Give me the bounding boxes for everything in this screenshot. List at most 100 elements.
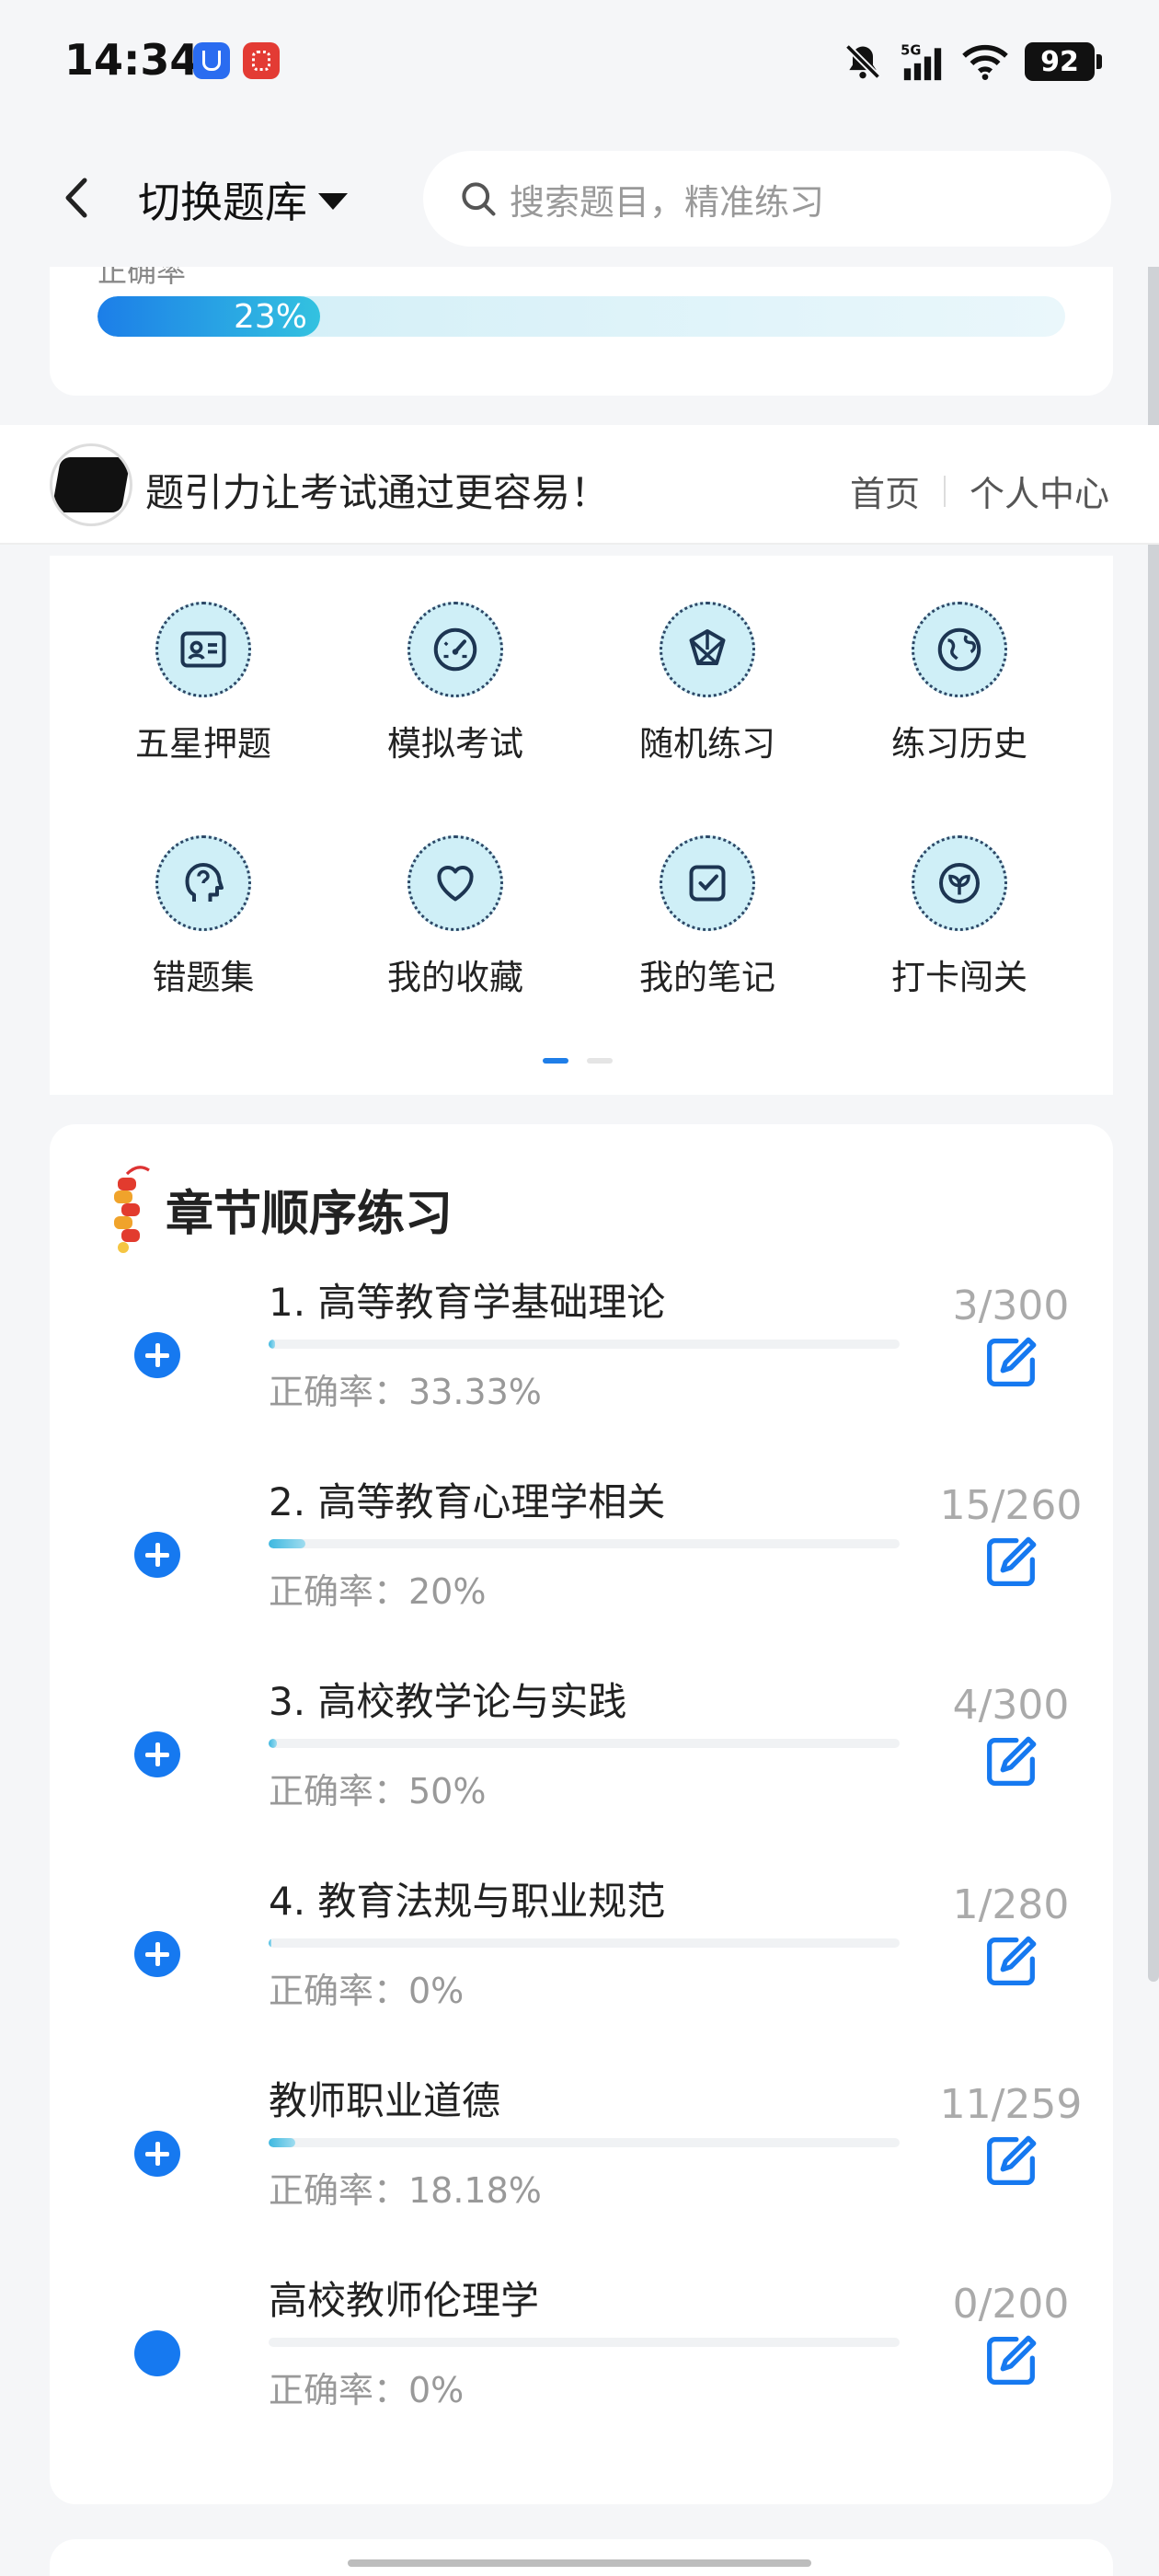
edit-icon[interactable]	[979, 1330, 1043, 1395]
chapter-progress-bar	[269, 1739, 900, 1748]
chapter-name[interactable]: 4. 教育法规与职业规范	[269, 1870, 665, 1926]
page-dot-active[interactable]	[543, 1058, 568, 1064]
chapter-progress-bar	[269, 1340, 900, 1349]
search-placeholder: 搜索题目，精准练习	[510, 181, 825, 223]
chapter-name[interactable]: 1. 高等教育学基础理论	[269, 1271, 665, 1328]
expand-plus-icon[interactable]	[134, 2131, 180, 2177]
chapter-row[interactable]: 3. 高校教学论与实践正确率：50% 4/300	[50, 1671, 1113, 1870]
app-red-icon	[243, 42, 280, 79]
chapter-accuracy: 正确率：0%	[269, 2370, 465, 2410]
chapter-count: 0/200	[952, 2281, 1070, 2328]
battery-icon: 92	[1025, 42, 1102, 81]
page-indicator	[543, 1058, 613, 1064]
chapter-row[interactable]: 1. 高等教育学基础理论 正确率：33.33% 3/300	[50, 1271, 1113, 1471]
expand-plus-icon[interactable]	[134, 1332, 180, 1378]
search-input[interactable]: 搜索题目，精准练习	[423, 151, 1111, 247]
edit-icon[interactable]	[979, 1730, 1043, 1794]
chapter-progress-bar	[269, 1938, 900, 1948]
chapter-section-title: 章节顺序练习	[166, 1186, 453, 1242]
expand-plus-icon[interactable]	[134, 1532, 180, 1578]
back-icon[interactable]	[46, 166, 110, 230]
chapter-count: 15/260	[939, 1482, 1083, 1529]
shuffle-network-icon	[660, 602, 755, 697]
chapter-list: 1. 高等教育学基础理论 正确率：33.33% 3/300 2. 高等教育心理学相关正…	[50, 1271, 1113, 2469]
menu-item-random-practice[interactable]: 随机练习	[581, 602, 833, 765]
app-u-icon	[193, 42, 230, 79]
id-card-icon	[155, 602, 251, 697]
menu-item-mock-exam[interactable]: 模拟考试	[329, 602, 581, 765]
next-card	[50, 2539, 1113, 2576]
chapter-accuracy: 正确率：50%	[269, 1771, 487, 1811]
edit-icon[interactable]	[979, 2129, 1043, 2193]
chapter-dot-icon[interactable]	[134, 2330, 180, 2376]
menu-label: 我的收藏	[387, 958, 523, 997]
search-icon	[462, 182, 496, 216]
head-brain-icon	[155, 835, 251, 931]
menu-label: 五星押题	[135, 724, 271, 764]
brand-bar: 题引力让考试通过更容易！ 首页 个人中心	[0, 425, 1159, 545]
menu-item-five-star[interactable]: 五星押题	[77, 602, 329, 765]
chapter-progress-fill	[269, 2138, 295, 2147]
menu-label: 练习历史	[891, 724, 1027, 764]
chapter-header: 章节顺序练习	[101, 1163, 453, 1255]
chapter-name[interactable]: 2. 高等教育心理学相关	[269, 1471, 665, 1527]
switch-bank-label: 切换题库	[138, 178, 307, 227]
edit-icon[interactable]	[979, 1530, 1043, 1594]
chapter-name[interactable]: 教师职业道德	[269, 2070, 500, 2126]
chapter-accuracy: 正确率：0%	[269, 1971, 465, 2011]
page-dot[interactable]	[587, 1058, 613, 1064]
accuracy-progress-bar: 23%	[98, 296, 1065, 337]
feature-grid: 五星押题 模拟考试 随机练习 练习历史 错题集 我的收藏 我的笔记 打卡闯关	[77, 602, 1085, 999]
switch-bank-dropdown[interactable]: 切换题库	[138, 167, 348, 232]
wifi-icon	[962, 44, 1008, 80]
menu-label: 随机练习	[639, 724, 775, 764]
menu-item-wrong-questions[interactable]: 错题集	[77, 835, 329, 999]
top-header: 切换题库 搜索题目，精准练习	[0, 129, 1159, 267]
expand-plus-icon[interactable]	[134, 1731, 180, 1777]
chapter-row[interactable]: 教师职业道德正确率：18.18% 11/259	[50, 2070, 1113, 2270]
chapter-name[interactable]: 高校教师伦理学	[269, 2270, 539, 2326]
chapter-practice-card: 章节顺序练习 1. 高等教育学基础理论 正确率：33.33% 3/300 2. 高等教…	[50, 1124, 1113, 2504]
chapter-row[interactable]: 2. 高等教育心理学相关 正确率：20% 15/260	[50, 1471, 1113, 1671]
leaf-badge-icon	[912, 835, 1007, 931]
status-bar: 14:34 5G 92	[0, 0, 1159, 129]
link-divider	[943, 475, 946, 507]
chapter-count: 11/259	[939, 2081, 1083, 2128]
home-indicator[interactable]	[348, 2559, 811, 2567]
chapter-progress-bar	[269, 1539, 900, 1548]
chapter-row[interactable]: 高校教师伦理学正确率：0% 0/200	[50, 2270, 1113, 2469]
menu-label: 错题集	[152, 958, 255, 997]
caret-down-icon	[318, 193, 348, 210]
brand-links: 首页 个人中心	[850, 466, 1109, 516]
chapter-progress-bar	[269, 2138, 900, 2147]
edit-icon[interactable]	[979, 2329, 1043, 2393]
expand-plus-icon[interactable]	[134, 1931, 180, 1977]
edit-icon[interactable]	[979, 1929, 1043, 1994]
chapter-progress-fill	[269, 1938, 271, 1948]
chapter-progress-fill	[269, 1739, 277, 1748]
menu-item-checkin[interactable]: 打卡闯关	[833, 835, 1085, 999]
menu-item-favorites[interactable]: 我的收藏	[329, 835, 581, 999]
chapter-name[interactable]: 3. 高校教学论与实践	[269, 1671, 626, 1727]
accuracy-percent: 23%	[233, 297, 307, 336]
speedometer-icon	[407, 602, 503, 697]
menu-item-notes[interactable]: 我的笔记	[581, 835, 833, 999]
accuracy-progress-fill: 23%	[98, 296, 320, 337]
profile-link[interactable]: 个人中心	[970, 466, 1109, 516]
page: 14:34 5G 92 正确率 23% 切换题库 搜索题目，精准练习 题引力让考…	[0, 0, 1159, 2576]
menu-label: 模拟考试	[387, 724, 523, 764]
menu-item-history[interactable]: 练习历史	[833, 602, 1085, 765]
chapter-accuracy: 正确率：18.18%	[269, 2170, 542, 2211]
note-check-icon	[660, 835, 755, 931]
brand-slogan: 题引力让考试通过更容易！	[145, 470, 610, 515]
brand-logo	[50, 443, 132, 526]
chapter-accuracy: 正确率：33.33%	[269, 1372, 542, 1412]
chapter-progress-bar	[269, 2338, 900, 2347]
bell-muted-icon	[844, 43, 881, 80]
chapter-row[interactable]: 4. 教育法规与职业规范 正确率：0% 1/280	[50, 1870, 1113, 2070]
chapter-count: 4/300	[952, 1682, 1070, 1729]
status-icons: 5G 92	[843, 40, 1102, 83]
home-link[interactable]: 首页	[850, 466, 920, 516]
menu-label: 我的笔记	[639, 958, 775, 997]
globe-icon	[912, 602, 1007, 697]
